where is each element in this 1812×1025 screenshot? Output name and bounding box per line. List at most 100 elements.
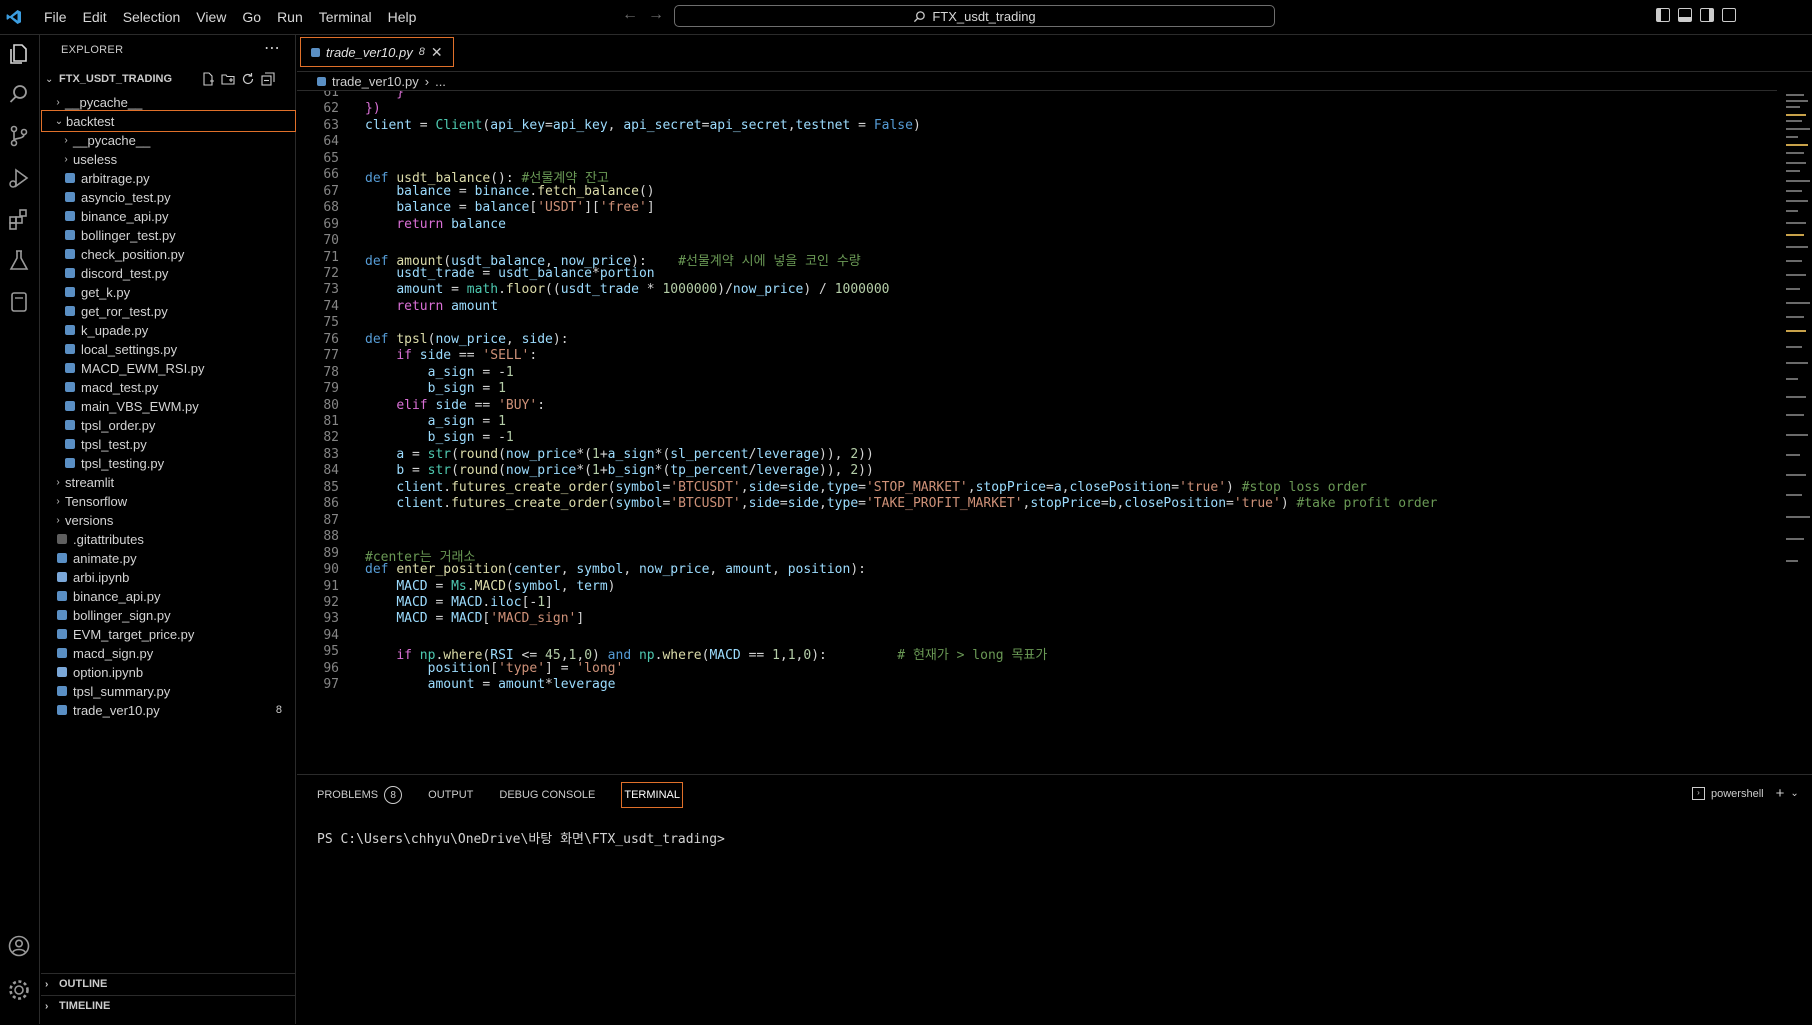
terminal-shell-name[interactable]: powershell [1711,788,1764,800]
explorer-files-icon[interactable] [6,41,32,67]
testing-flask-icon[interactable] [6,247,32,273]
problem-count-badge: 8 [384,786,403,804]
toggle-panel-icon[interactable] [1678,8,1692,22]
line-number: 95 [323,644,339,660]
remote-explorer-icon[interactable] [6,289,32,315]
python-file-icon [65,230,75,240]
settings-gear-icon[interactable] [6,977,32,1003]
line-number: 73 [323,282,339,298]
line-number: 79 [323,381,339,397]
toggle-secondary-sidebar-icon[interactable] [1700,8,1714,22]
python-file-icon [65,401,75,411]
code-line: elif side == 'BUY': [396,397,546,413]
refresh-icon[interactable] [241,72,255,86]
panel-tab-terminal[interactable]: TERMINAL [621,782,683,808]
explorer-actions [201,72,275,86]
python-file-icon [57,610,67,620]
tree-item-label: streamlit [65,474,115,490]
code-line: a_sign = 1 [427,414,506,429]
tree-item-label: binance_api.py [73,588,161,604]
python-file-icon [65,439,75,449]
chevron-right-icon: › [56,476,60,488]
line-number: 61 [323,90,339,100]
code-line: client.futures_create_order(symbol='BTCU… [396,479,1367,495]
menu-item-help[interactable]: Help [380,9,425,25]
line-number: 89 [323,545,339,561]
code-line: client = Client(api_key=api_key, api_sec… [365,117,921,133]
extensions-icon[interactable] [6,207,32,233]
customize-layout-icon[interactable] [1722,8,1736,22]
tree-item-label: versions [65,512,114,528]
python-file-icon [317,76,326,86]
line-number: 93 [323,611,339,627]
menu-item-terminal[interactable]: Terminal [311,9,380,25]
line-number: 85 [323,479,339,495]
chevron-down-icon: ⌄ [45,73,54,85]
line-number: 87 [323,512,339,528]
forward-arrow-icon[interactable]: → [648,6,664,24]
python-file-icon [311,47,320,57]
tab-trade-ver10[interactable]: trade_ver10.py 8 ✕ [300,37,454,67]
tree-item-label: tpsl_summary.py [73,683,171,699]
line-number: 63 [323,117,339,133]
panel-tab-output[interactable]: OUTPUT [428,783,473,807]
breadcrumb: trade_ver10.py › ... [297,72,446,90]
python-file-icon [65,363,75,373]
back-arrow-icon[interactable]: ← [622,6,638,24]
new-terminal-icon[interactable]: + [1776,785,1785,802]
terminal-prompt[interactable]: PS C:\Users\chhyu\OneDrive\바탕 화면\FTX_usd… [317,828,725,847]
code-line: usdt_trade = usdt_balance*portion [396,265,655,281]
panel-tab-label: OUTPUT [428,789,474,801]
code-line: b_sign = 1 [427,381,506,397]
tree-item-label: useless [73,151,118,167]
minimap[interactable] [1784,90,1812,773]
more-actions-icon[interactable]: ⋯ [264,38,280,58]
line-number: 67 [323,183,339,199]
search-icon[interactable] [6,81,32,107]
command-center-search[interactable]: FTX_usdt_trading [674,5,1275,27]
tree-item-label: MACD_EWM_RSI.py [81,360,205,376]
python-file-icon [65,344,75,354]
tree-item-label: macd_test.py [81,379,159,395]
line-number: 86 [323,496,339,512]
tree-item-label: macd_sign.py [73,645,154,661]
line-number: 97 [323,677,339,693]
tree-item-label: trade_ver10.py [73,702,160,718]
code-line: return amount [396,298,499,314]
accounts-icon[interactable] [6,933,32,959]
python-file-icon [57,629,67,639]
panel-tab-label: TERMINAL [624,789,680,801]
menu-item-file[interactable]: File [36,9,75,25]
outline-label: OUTLINE [59,978,108,990]
outline-section[interactable]: › OUTLINE [41,973,296,994]
menu-item-go[interactable]: Go [234,9,269,25]
breadcrumb-file[interactable]: trade_ver10.py [332,74,419,89]
code-line: amount = amount*leverage [427,677,616,693]
terminal-icon: › [1692,787,1705,800]
panel-tab-debug-console[interactable]: DEBUG CONSOLE [499,783,595,807]
menu-item-run[interactable]: Run [269,9,311,25]
toggle-primary-sidebar-icon[interactable] [1656,8,1670,22]
timeline-section[interactable]: › TIMELINE [41,995,296,1016]
search-label: FTX_usdt_trading [932,8,1036,24]
panel-tab-problems[interactable]: PROBLEMS 8 [317,783,403,807]
menu-item-selection[interactable]: Selection [115,9,189,25]
menu-item-edit[interactable]: Edit [75,9,115,25]
close-icon[interactable]: ✕ [431,44,443,61]
tree-item-label: backtest [66,113,115,129]
code-editor[interactable]: 61 } 62}) 63 client = Client(api_key=api_ke… [297,90,1777,774]
new-file-icon[interactable] [201,72,215,86]
run-debug-icon[interactable] [6,165,32,191]
python-file-icon [65,306,75,316]
tree-item-label: .gitattributes [73,531,144,547]
collapse-all-icon[interactable] [261,72,275,86]
tree-file[interactable]: trade_ver10.py 8 [41,699,296,721]
tree-item-label: arbitrage.py [81,170,150,186]
menu-bar: File Edit Selection View Go Run Terminal Help [36,0,424,34]
menu-item-view[interactable]: View [188,9,234,25]
breadcrumb-symbol[interactable]: ... [435,74,446,89]
tree-item-label: __pycache__ [73,132,151,148]
new-folder-icon[interactable] [221,72,235,86]
source-control-icon[interactable] [6,123,32,149]
chevron-down-icon[interactable]: ⌄ [1790,788,1798,799]
